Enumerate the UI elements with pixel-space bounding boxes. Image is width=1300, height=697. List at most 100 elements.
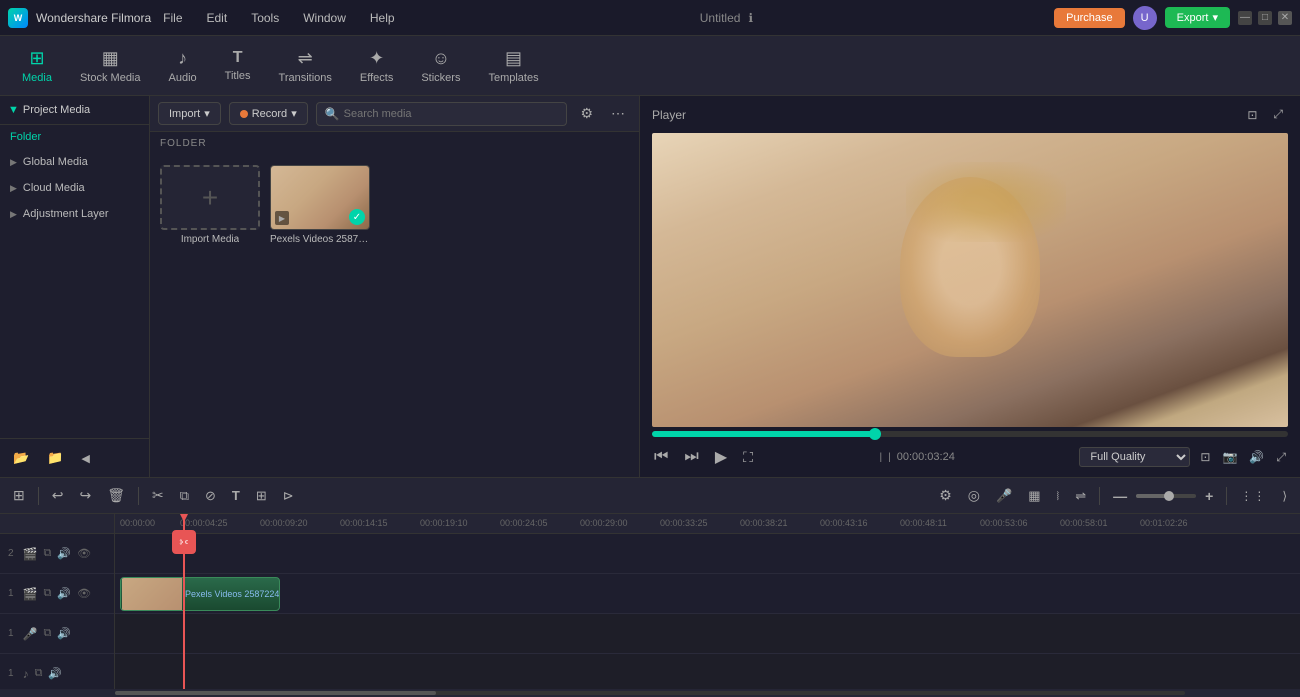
track-copy-icon[interactable]: ⧉ <box>34 666 44 681</box>
track-hide-icon[interactable]: 👁 <box>76 586 92 601</box>
effects-icon: ✦ <box>369 48 384 69</box>
playhead[interactable] <box>183 514 185 689</box>
track-row-audio1[interactable] <box>115 614 1300 654</box>
pip-button[interactable]: ⊡ <box>1198 448 1212 466</box>
toolbar-stickers[interactable]: ☺ Stickers <box>407 42 474 90</box>
track-copy-icon[interactable]: ⧉ <box>43 626 53 641</box>
track-audio-icon[interactable]: 🎤 <box>22 626 39 642</box>
mic-icon[interactable]: 🎤 <box>991 485 1017 507</box>
next-frame-button[interactable]: ⏭ <box>682 446 700 468</box>
track-hide-icon[interactable]: 👁 <box>76 546 92 561</box>
avatar[interactable]: U <box>1133 6 1157 30</box>
track-mute-icon[interactable]: 🔊 <box>56 546 72 561</box>
fullscreen-button[interactable]: ⛶ <box>741 447 755 468</box>
track-film-icon[interactable]: 🎬 <box>22 546 39 562</box>
track-mute-icon[interactable]: 🔊 <box>56 626 72 641</box>
player-settings-icon[interactable]: ⊡ <box>1242 104 1262 125</box>
maximize-button[interactable]: □ <box>1258 11 1272 25</box>
media-settings-icon[interactable]: ◎ <box>963 484 985 507</box>
search-input[interactable] <box>344 108 559 120</box>
menu-help[interactable]: Help <box>366 7 399 29</box>
search-bar[interactable]: 🔍 <box>316 102 568 126</box>
export-button[interactable]: Export ▾ <box>1165 7 1230 28</box>
video-clip[interactable]: Pexels Videos 2587224 <box>120 577 280 611</box>
transition-icon[interactable]: ⇌ <box>1070 485 1091 507</box>
pexels-video-item[interactable]: ▶ ✓ Pexels Videos 2587224 <box>270 165 370 245</box>
cut-button[interactable]: ✂ <box>147 484 169 507</box>
toolbar-titles[interactable]: T Titles <box>211 43 265 88</box>
undo-button[interactable]: ↩ <box>47 484 69 507</box>
play-button[interactable]: ▶ <box>713 445 729 469</box>
screenshot-button[interactable]: 📷 <box>1220 448 1239 466</box>
add-track-button[interactable]: ⊞ <box>8 484 30 507</box>
toolbar-effects[interactable]: ✦ Effects <box>346 42 407 90</box>
expand-player-button[interactable]: ⤢ <box>1274 448 1288 467</box>
close-button[interactable]: ✕ <box>1278 11 1292 25</box>
record-button[interactable]: Record ▾ <box>229 102 308 125</box>
menu-tools[interactable]: Tools <box>247 7 283 29</box>
filter-icon[interactable]: ⚙ <box>575 102 598 125</box>
menu-file[interactable]: File <box>159 7 186 29</box>
global-media-item[interactable]: ▶ Global Media <box>0 149 149 175</box>
zoom-slider[interactable] <box>1136 494 1196 498</box>
menu-edit[interactable]: Edit <box>203 7 232 29</box>
track-film-icon[interactable]: 🎬 <box>22 586 39 602</box>
zoom-in-button[interactable]: + <box>1200 485 1218 507</box>
volume-button[interactable]: 🔊 <box>1247 448 1266 466</box>
minimize-button[interactable]: — <box>1238 11 1252 25</box>
timeline-options-icon[interactable]: ⋮⋮ <box>1235 486 1271 506</box>
delete-button[interactable]: 🗑 <box>102 484 130 507</box>
import-media-item[interactable]: + Import Media <box>160 165 260 245</box>
zoom-out-button[interactable]: — <box>1108 485 1132 507</box>
track-row-music1[interactable] <box>115 654 1300 689</box>
toolbar-templates[interactable]: ▤ Templates <box>474 42 552 90</box>
track-row-video1[interactable]: Pexels Videos 2587224 <box>115 574 1300 614</box>
scene-icon[interactable]: ▦ <box>1023 485 1045 507</box>
adjust-button[interactable]: ⊞ <box>251 485 272 507</box>
track-music-icon[interactable]: ♪ <box>22 666 30 682</box>
track-mute-icon[interactable]: 🔊 <box>56 586 72 601</box>
timeline-scrollbar[interactable] <box>0 689 1300 697</box>
track-mute-icon[interactable]: 🔊 <box>47 666 63 681</box>
import-thumb[interactable]: + <box>160 165 260 230</box>
scrollbar-thumb[interactable] <box>115 691 436 695</box>
purchase-button[interactable]: Purchase <box>1054 8 1124 28</box>
collapse-panel-icon[interactable]: ◀ <box>76 449 94 468</box>
split-icon[interactable]: ⧘ <box>1052 485 1065 507</box>
disable-button[interactable]: ⊘ <box>200 485 221 507</box>
folder-item[interactable]: Folder <box>0 125 149 149</box>
adjustment-layer-item[interactable]: ▶ Adjustment Layer <box>0 201 149 227</box>
pexels-thumb[interactable]: ▶ ✓ <box>270 165 370 230</box>
track-icons: 🎬 ⧉ 🔊 👁 <box>22 546 92 562</box>
toolbar-media[interactable]: ⊞ Media <box>8 42 66 90</box>
track-copy-icon[interactable]: ⧉ <box>43 546 53 561</box>
track-row-video2[interactable]: ✂ <box>115 534 1300 574</box>
settings-icon[interactable]: ⚙ <box>934 484 957 507</box>
add-folder-icon[interactable]: 📁 <box>42 447 68 469</box>
separator <box>138 487 139 505</box>
import-button[interactable]: Import ▾ <box>158 102 221 125</box>
timeline-more-icon[interactable]: ⟩ <box>1277 486 1292 506</box>
more-options-icon[interactable]: ⋯ <box>606 102 631 125</box>
stickers-icon: ☺ <box>432 48 450 69</box>
toolbar-stock-media[interactable]: ▦ Stock Media <box>66 42 155 90</box>
ripple-button[interactable]: ⊳ <box>278 485 299 507</box>
scrollbar-track[interactable] <box>115 691 1185 695</box>
prev-frame-button[interactable]: ⏮ <box>652 446 670 468</box>
cloud-media-item[interactable]: ▶ Cloud Media <box>0 175 149 201</box>
redo-button[interactable]: ↪ <box>74 484 96 507</box>
toolbar-transitions[interactable]: ⇌ Transitions <box>265 42 346 90</box>
progress-thumb[interactable] <box>869 428 881 440</box>
panel-collapse-arrow[interactable]: ▼ <box>8 104 19 116</box>
track-label-video2: 2 🎬 ⧉ 🔊 👁 <box>0 534 114 574</box>
zoom-thumb[interactable] <box>1164 491 1174 501</box>
player-expand-icon[interactable]: ⤢ <box>1268 104 1288 125</box>
quality-select[interactable]: Full Quality High Quality Medium Quality <box>1079 447 1190 467</box>
text-button[interactable]: T <box>227 485 245 506</box>
copy-button[interactable]: ⧉ <box>175 485 194 507</box>
track-copy-icon[interactable]: ⧉ <box>43 586 53 601</box>
progress-bar[interactable] <box>652 431 1288 437</box>
open-folder-icon[interactable]: 📂 <box>8 447 34 469</box>
menu-window[interactable]: Window <box>299 7 350 29</box>
toolbar-audio[interactable]: ♪ Audio <box>155 42 211 90</box>
